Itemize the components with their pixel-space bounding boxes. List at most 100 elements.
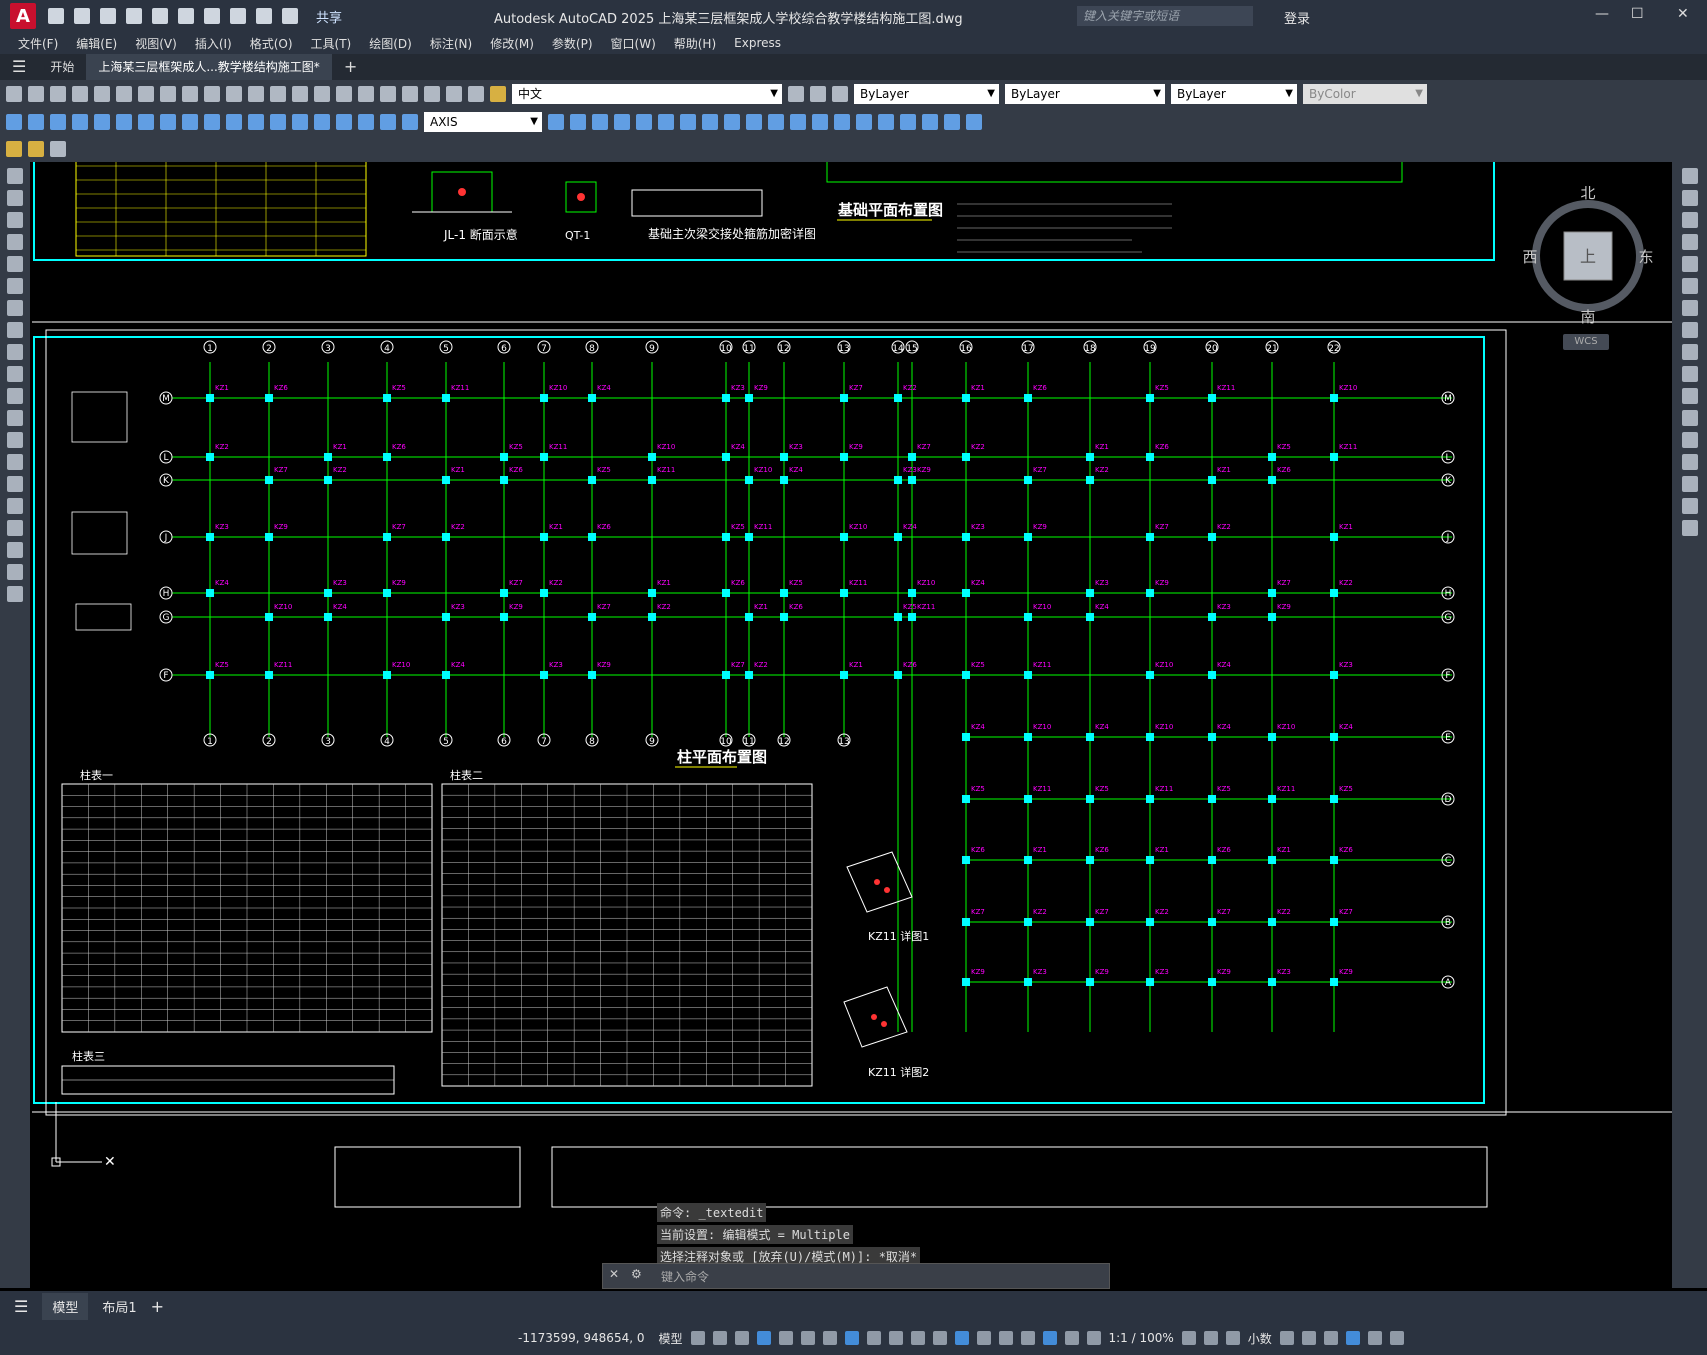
graphics-performance-icon[interactable] — [1345, 1331, 1360, 1345]
customize-arrow-icon[interactable] — [282, 8, 298, 24]
wcs-menu[interactable]: WCS — [1563, 334, 1609, 350]
model-space-button[interactable]: 模型 — [658, 1330, 682, 1347]
ucs-previous-icon[interactable] — [944, 114, 960, 130]
units-dropdown[interactable]: 小数 — [1248, 1330, 1272, 1347]
quick-dim-icon[interactable] — [182, 114, 198, 130]
angular-dim-icon[interactable] — [160, 114, 176, 130]
annotation-visibility-icon[interactable] — [1042, 1331, 1057, 1345]
arc-length-icon[interactable] — [50, 114, 66, 130]
minimize-button[interactable]: — — [1595, 6, 1609, 22]
arc-icon[interactable] — [7, 278, 23, 294]
view-bottom-icon[interactable] — [570, 114, 586, 130]
add-tab-button[interactable]: + — [332, 54, 369, 80]
refedit-icon[interactable] — [28, 141, 44, 157]
menu-insert[interactable]: 插入(I) — [195, 35, 232, 52]
redo-icon[interactable] — [256, 8, 272, 24]
region-icon[interactable] — [7, 520, 23, 536]
nw-iso-icon[interactable] — [746, 114, 762, 130]
quick-properties-icon[interactable] — [1279, 1331, 1294, 1345]
help-icon[interactable] — [446, 86, 462, 102]
menu-parametric[interactable]: 参数(P) — [552, 35, 593, 52]
orbit-icon[interactable] — [768, 114, 784, 130]
layer-previous-icon[interactable] — [810, 86, 826, 102]
annotation-scale-icon[interactable] — [1086, 1331, 1101, 1345]
table-icon[interactable] — [7, 542, 23, 558]
infer-icon[interactable] — [734, 1331, 749, 1345]
auto-scale-icon[interactable] — [1064, 1331, 1079, 1345]
osnap-icon[interactable] — [866, 1331, 881, 1345]
new-icon[interactable] — [48, 8, 64, 24]
xref-icon[interactable] — [50, 141, 66, 157]
spline-icon[interactable] — [7, 344, 23, 360]
add-layout-button[interactable]: + — [151, 1297, 164, 1316]
layer-states-icon[interactable] — [832, 86, 848, 102]
design-center-icon[interactable] — [380, 86, 396, 102]
extend-icon[interactable] — [1682, 388, 1698, 404]
transparency-icon[interactable] — [910, 1331, 925, 1345]
menu-modify[interactable]: 修改(M) — [490, 35, 534, 52]
ucs-world-icon[interactable] — [922, 114, 938, 130]
plotstyle-dropdown[interactable]: ByColor ▼ — [1303, 84, 1427, 104]
tab-start[interactable]: 开始 — [38, 54, 86, 80]
trim-icon[interactable] — [1682, 366, 1698, 382]
tool-palettes-icon[interactable] — [402, 86, 418, 102]
dimstyle-dropdown[interactable]: AXIS ▼ — [424, 112, 542, 132]
annotation-monitor-icon[interactable] — [1203, 1331, 1218, 1345]
customize-icon[interactable]: ⚙ — [631, 1267, 642, 1281]
menu-tools[interactable]: 工具(T) — [311, 35, 352, 52]
isolate-objects-icon[interactable] — [1323, 1331, 1338, 1345]
lineweight-icon[interactable] — [888, 1331, 903, 1345]
ucs-icon[interactable] — [900, 114, 916, 130]
compass-east[interactable]: 东 — [1638, 248, 1653, 266]
layer-dropdown[interactable]: 中文 ▼ — [512, 84, 782, 104]
scale-readout[interactable]: 1:1 / 100% — [1109, 1331, 1174, 1345]
isodraft-icon[interactable] — [822, 1331, 837, 1345]
tab-model[interactable]: 模型 — [42, 1292, 89, 1320]
blend-icon[interactable] — [1682, 498, 1698, 514]
chamfer-icon[interactable] — [1682, 454, 1698, 470]
ellipse-arc-icon[interactable] — [7, 388, 23, 404]
ortho-icon[interactable] — [778, 1331, 793, 1345]
dim-space-icon[interactable] — [248, 114, 264, 130]
move-icon[interactable] — [1682, 278, 1698, 294]
dynamic-ucs-icon[interactable] — [976, 1331, 991, 1345]
sw-iso-icon[interactable] — [680, 114, 696, 130]
menu-view[interactable]: 视图(V) — [135, 35, 177, 52]
explode-icon[interactable] — [1682, 520, 1698, 536]
rectangle-icon[interactable] — [7, 256, 23, 272]
object-snap-tracking-icon[interactable] — [844, 1331, 859, 1345]
paste-icon[interactable] — [182, 86, 198, 102]
grid-icon[interactable] — [690, 1331, 705, 1345]
publish-icon[interactable] — [116, 86, 132, 102]
autocad-logo-icon[interactable]: A — [10, 3, 36, 29]
coordinates-readout[interactable]: -1173599, 948654, 0 — [518, 1331, 644, 1345]
viewcube-top-label[interactable]: 上 — [1580, 247, 1596, 266]
open-icon[interactable] — [28, 86, 44, 102]
viewcube[interactable]: 上 北 南 东 西 — [1518, 186, 1658, 326]
undo-icon[interactable] — [230, 8, 246, 24]
layout-menu-icon[interactable]: ☰ — [14, 1297, 28, 1316]
dim-text-edit-icon[interactable] — [380, 114, 396, 130]
clean-screen-icon[interactable] — [1367, 1331, 1382, 1345]
workspace-gear-icon[interactable] — [1181, 1331, 1196, 1345]
compass-south[interactable]: 南 — [1580, 308, 1595, 326]
point-icon[interactable] — [7, 454, 23, 470]
hamburger-menu-icon[interactable]: ☰ — [0, 54, 38, 80]
view-back-icon[interactable] — [658, 114, 674, 130]
search-input[interactable]: 键入关键字或短语 — [1077, 6, 1253, 26]
menu-format[interactable]: 格式(O) — [250, 35, 293, 52]
redo-icon[interactable] — [248, 86, 264, 102]
polar-icon[interactable] — [800, 1331, 815, 1345]
login-button[interactable]: 登录 — [1284, 8, 1310, 27]
plot-icon[interactable] — [204, 8, 220, 24]
aligned-dim-icon[interactable] — [28, 114, 44, 130]
menu-help[interactable]: 帮助(H) — [674, 35, 716, 52]
copy-object-icon[interactable] — [1682, 190, 1698, 206]
gizmo-icon[interactable] — [1020, 1331, 1035, 1345]
scale-icon[interactable] — [1682, 322, 1698, 338]
copy-icon[interactable] — [160, 86, 176, 102]
radius-dim-icon[interactable] — [94, 114, 110, 130]
offset-icon[interactable] — [1682, 234, 1698, 250]
tab-drawing[interactable]: 上海某三层框架成人...教学楼结构施工图* — [86, 54, 332, 80]
circle-icon[interactable] — [7, 300, 23, 316]
